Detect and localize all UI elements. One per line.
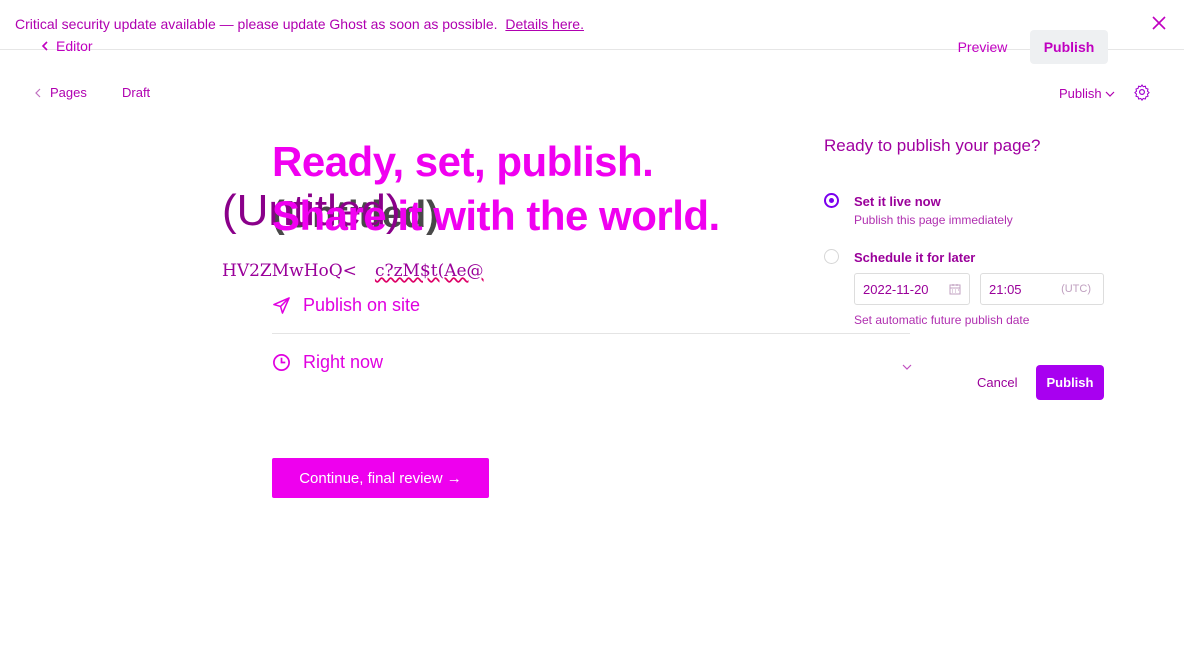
timezone-label: (UTC) bbox=[1061, 283, 1091, 295]
schedule-later-label: Schedule it for later bbox=[854, 250, 976, 265]
publish-menu-label: Publish bbox=[1059, 86, 1102, 101]
send-icon bbox=[273, 296, 290, 314]
publish-on-label: Publish on site bbox=[303, 294, 421, 315]
banner-message: Critical security update available — ple… bbox=[15, 16, 584, 32]
publish-timing-label: Right now bbox=[303, 351, 384, 372]
preview-button[interactable]: Preview bbox=[945, 30, 1020, 64]
radio-schedule-later[interactable] bbox=[824, 249, 839, 264]
clock-icon bbox=[273, 353, 290, 371]
calendar-icon bbox=[949, 284, 961, 295]
publish-now-description: Publish this page immediately bbox=[854, 213, 1013, 227]
publish-flow-headline-line1: Ready, set, publish. bbox=[272, 138, 654, 185]
schedule-date-input[interactable]: 2022-11-20 bbox=[854, 273, 970, 305]
publish-button[interactable]: Publish bbox=[1030, 30, 1108, 64]
publish-flow-headline-line2: Share it with the world. bbox=[272, 192, 720, 239]
editor-back-label: Editor bbox=[56, 38, 93, 54]
post-status-label: Draft bbox=[122, 85, 151, 100]
chevron-down-icon[interactable] bbox=[901, 361, 913, 373]
chevron-left-icon bbox=[35, 88, 41, 97]
schedule-hint: Set automatic future publish date bbox=[854, 313, 1030, 327]
close-icon[interactable] bbox=[1150, 14, 1168, 32]
breadcrumb-pages-link[interactable]: Pages bbox=[34, 85, 87, 100]
chevron-left-icon bbox=[41, 41, 48, 51]
editor-back-link[interactable]: Editor bbox=[40, 38, 93, 54]
cancel-button[interactable]: Cancel bbox=[977, 375, 1017, 390]
popover-publish-button[interactable]: Publish bbox=[1036, 365, 1104, 400]
banner-text: Critical security update available — ple… bbox=[15, 16, 498, 32]
chevron-down-icon bbox=[1105, 91, 1115, 97]
gear-icon[interactable] bbox=[1133, 83, 1151, 101]
schedule-date-value: 2022-11-20 bbox=[863, 281, 929, 297]
continue-final-review-button[interactable]: Continue, final review → bbox=[272, 458, 489, 498]
schedule-popover-title: Ready to publish your page? bbox=[824, 136, 1041, 155]
publish-menu-dropdown[interactable]: Publish bbox=[1059, 86, 1115, 101]
publish-now-label: Set it live now bbox=[854, 194, 941, 209]
publish-on-option[interactable]: Publish on site bbox=[272, 277, 910, 333]
schedule-time-input[interactable]: 21:05 (UTC) bbox=[980, 273, 1104, 305]
breadcrumb-pages-label: Pages bbox=[50, 85, 87, 100]
banner-details-link[interactable]: Details here. bbox=[505, 16, 584, 32]
publish-timing-option[interactable]: Right now bbox=[272, 334, 910, 390]
radio-publish-now[interactable] bbox=[824, 193, 839, 208]
schedule-time-value: 21:05 bbox=[989, 281, 1022, 297]
